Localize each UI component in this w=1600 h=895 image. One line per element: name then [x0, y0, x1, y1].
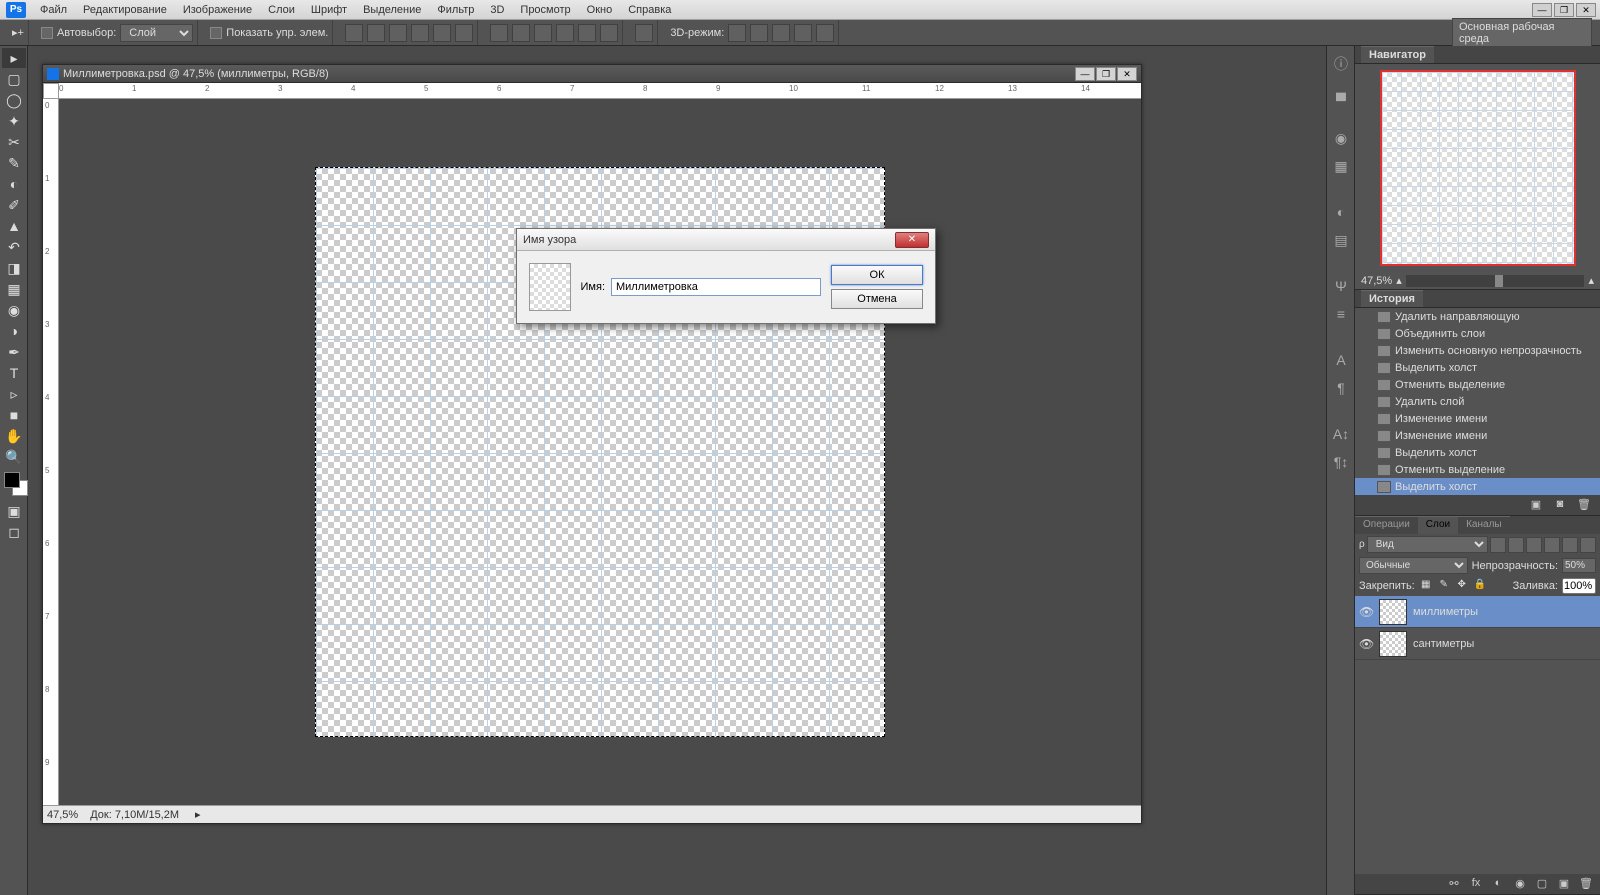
dialog-titlebar[interactable]: Имя узора ✕: [517, 229, 935, 251]
pattern-preview: [529, 263, 571, 311]
cancel-button[interactable]: Отмена: [831, 289, 923, 309]
dialog-title-text: Имя узора: [523, 234, 576, 246]
dialog-close-button[interactable]: ✕: [895, 232, 929, 248]
dialog-overlay: Имя узора ✕ Имя: ОК Отмена: [0, 0, 1600, 895]
pattern-name-input[interactable]: [611, 278, 821, 296]
ok-button[interactable]: ОК: [831, 265, 923, 285]
pattern-name-dialog: Имя узора ✕ Имя: ОК Отмена: [516, 228, 936, 324]
name-field-label: Имя:: [581, 281, 605, 293]
